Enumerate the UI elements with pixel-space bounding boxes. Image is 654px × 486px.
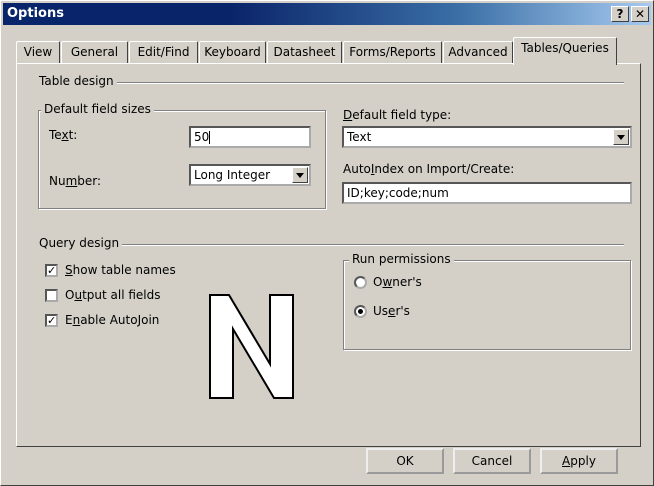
enable-autojoin-checkbox[interactable]: ✓ <box>45 314 58 327</box>
n-watermark <box>209 294 294 399</box>
text-size-value: 50 <box>194 130 210 144</box>
default-field-sizes-title: Default field sizes <box>41 102 154 116</box>
query-design-title: Query design <box>36 236 123 250</box>
tab-datasheet[interactable]: Datasheet <box>267 41 342 63</box>
chevron-down-icon[interactable] <box>613 129 629 145</box>
tab-keyboard[interactable]: Keyboard <box>199 41 266 63</box>
show-table-names-checkbox[interactable]: ✓ <box>45 264 58 277</box>
chevron-down-icon[interactable] <box>292 167 308 183</box>
tab-view[interactable]: View <box>16 41 60 63</box>
tab-advanced[interactable]: Advanced <box>443 41 513 63</box>
number-size-label: Number: <box>49 174 102 188</box>
text-size-label: Text: <box>49 128 78 142</box>
show-table-names-label[interactable]: Show table names <box>65 263 176 277</box>
help-button[interactable]: ? <box>611 6 629 22</box>
table-design-title: Table design <box>36 74 117 88</box>
text-size-input[interactable]: 50 <box>189 126 311 148</box>
output-all-fields-label[interactable]: Output all fields <box>65 288 161 302</box>
dialog-title: Options <box>7 6 64 21</box>
tab-tables-queries[interactable]: Tables/Queries <box>513 37 617 65</box>
users-radio[interactable] <box>354 305 367 318</box>
table-design-rule <box>117 82 624 84</box>
tab-general[interactable]: General <box>61 41 128 63</box>
owners-radio[interactable] <box>354 276 367 289</box>
default-field-type-value: Text <box>347 130 372 144</box>
ok-button[interactable]: OK <box>366 448 444 474</box>
text-caret <box>209 131 211 144</box>
tab-forms-reports[interactable]: Forms/Reports <box>343 41 442 63</box>
default-field-type-label: Default field type: <box>343 108 452 122</box>
output-all-fields-checkbox[interactable] <box>45 289 58 302</box>
number-size-value: Long Integer <box>194 168 271 182</box>
tab-edit-find[interactable]: Edit/Find <box>129 41 198 63</box>
default-field-type-select[interactable]: Text <box>342 126 632 148</box>
cancel-button[interactable]: Cancel <box>453 448 531 474</box>
apply-button[interactable]: Apply <box>540 448 618 474</box>
tab-panel: Table design Default field sizes Text: 5… <box>16 63 641 447</box>
run-permissions-title: Run permissions <box>349 252 454 266</box>
users-label[interactable]: User's <box>373 304 410 318</box>
radio-selected-dot <box>358 309 363 314</box>
owners-label[interactable]: Owner's <box>373 275 422 289</box>
query-design-rule <box>120 244 624 246</box>
options-dialog: Options ? ✕ View General Edit/Find Keybo… <box>0 0 654 486</box>
autoindex-value: ID;key;code;num <box>347 186 449 200</box>
autoindex-input[interactable]: ID;key;code;num <box>342 182 632 204</box>
title-bar[interactable]: Options ? ✕ <box>3 3 651 25</box>
enable-autojoin-label[interactable]: Enable AutoJoin <box>65 313 159 327</box>
close-button[interactable]: ✕ <box>631 6 649 22</box>
autoindex-label: AutoIndex on Import/Create: <box>343 162 515 176</box>
default-field-sizes-group <box>38 110 326 209</box>
number-size-select[interactable]: Long Integer <box>189 164 311 186</box>
